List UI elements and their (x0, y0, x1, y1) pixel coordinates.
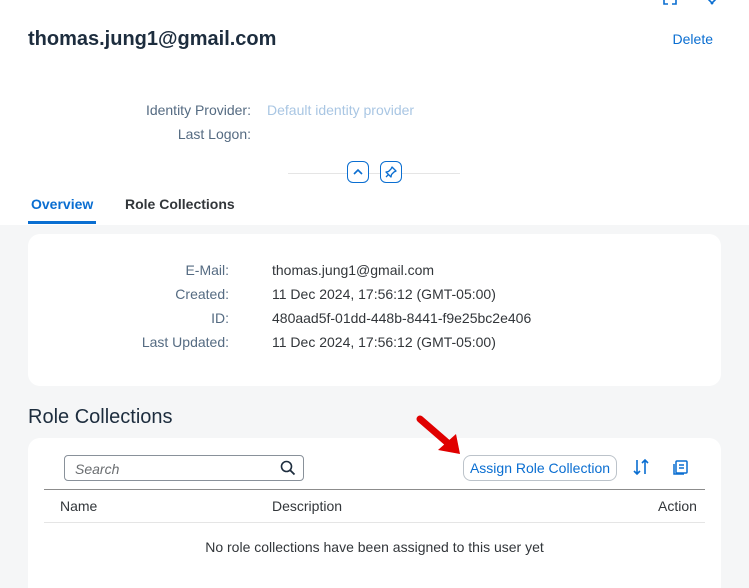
active-tab-indicator (28, 221, 96, 224)
object-page-header: thomas.jung1@gmail.com Delete Identity P… (0, 0, 749, 225)
created-value: 11 Dec 2024, 17:56:12 (GMT-05:00) (272, 286, 496, 302)
last-updated-value: 11 Dec 2024, 17:56:12 (GMT-05:00) (272, 334, 496, 350)
search-input[interactable]: Search (64, 455, 304, 481)
email-value: thomas.jung1@gmail.com (272, 262, 435, 278)
collapse-header-button[interactable] (347, 161, 369, 183)
header-actions (663, 0, 719, 9)
id-value: 480aad5f-01dd-448b-8441-f9e25bc2e406 (272, 310, 532, 326)
table-settings-icon[interactable] (672, 458, 690, 481)
search-placeholder: Search (75, 461, 120, 477)
assign-role-collection-button[interactable]: Assign Role Collection (463, 455, 617, 481)
chevron-up-icon (353, 168, 363, 175)
identity-provider-label: Identity Provider: (145, 102, 251, 118)
column-header-name[interactable]: Name (60, 498, 97, 514)
pin-icon (385, 166, 397, 178)
sort-icon[interactable] (632, 458, 650, 481)
column-header-action: Action (658, 498, 697, 514)
last-updated-label: Last Updated: (141, 334, 229, 350)
table-header-border (44, 489, 705, 490)
tab-role-collections[interactable]: Role Collections (125, 196, 235, 212)
identity-provider-link[interactable]: Default identity provider (267, 102, 414, 118)
close-icon[interactable] (705, 0, 719, 9)
created-label: Created: (175, 286, 229, 302)
column-header-description[interactable]: Description (272, 498, 342, 514)
last-logon-label: Last Logon: (177, 126, 251, 142)
annotation-arrow-icon (416, 415, 460, 454)
pin-header-button[interactable] (380, 161, 402, 183)
fullscreen-icon[interactable] (663, 0, 677, 9)
header-divider (288, 173, 460, 174)
id-label: ID: (211, 310, 229, 326)
page-title: thomas.jung1@gmail.com (28, 28, 277, 50)
delete-button[interactable]: Delete (673, 31, 713, 47)
empty-table-message: No role collections have been assigned t… (205, 539, 544, 555)
overview-card: E-Mail: thomas.jung1@gmail.com Created: … (28, 234, 721, 386)
role-collections-title: Role Collections (28, 406, 173, 428)
table-row-divider (44, 522, 705, 523)
email-label: E-Mail: (185, 262, 229, 278)
search-icon[interactable] (280, 460, 296, 481)
tab-overview[interactable]: Overview (31, 196, 93, 212)
